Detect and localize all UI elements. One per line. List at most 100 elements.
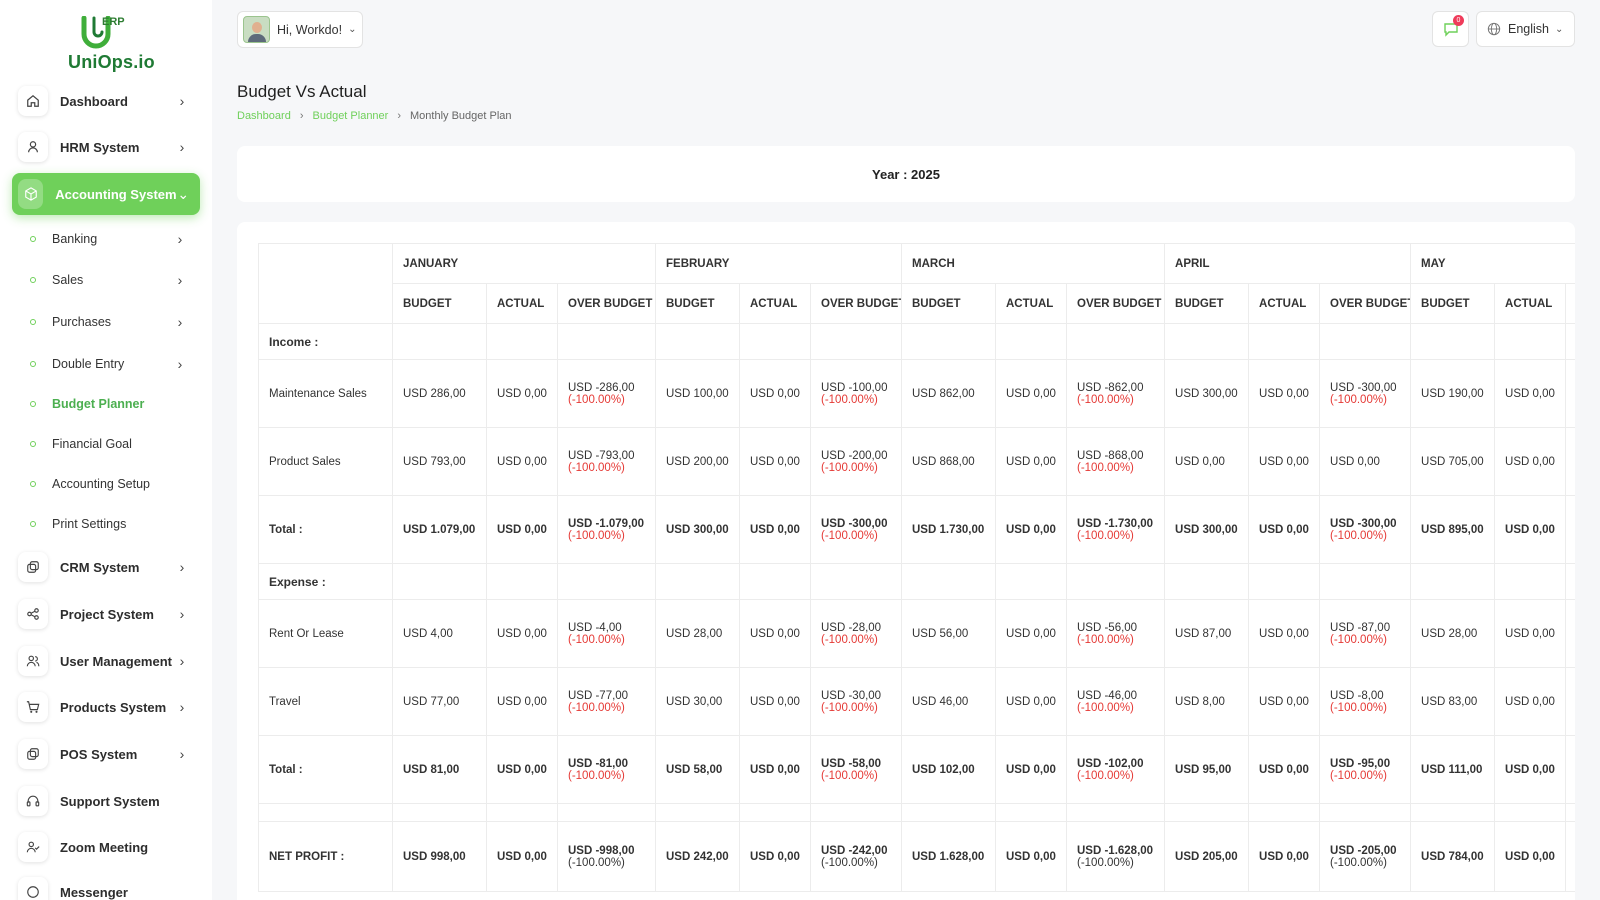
table-cell [1410, 323, 1496, 360]
over-budget-value: USD -286,00 [568, 381, 635, 394]
actual-cell: USD 0,00 [1494, 495, 1567, 564]
actual-cell: USD 0,00 [739, 495, 811, 564]
over-budget-cell: USD -286,00 (-100.00%) [557, 359, 656, 428]
row-label: Rent Or Lease [258, 599, 393, 668]
budget-cell: USD 200,00 [655, 427, 740, 496]
over-budget-cell: USD -793,00 (-100.00%) [557, 427, 656, 496]
sidebar-subitem-budget-planner[interactable]: Budget Planner [30, 392, 200, 416]
table-cell [995, 803, 1067, 822]
budget-cell: USD 1.628,00 [901, 821, 996, 892]
sidebar-item-pos-system[interactable]: POS System › [12, 733, 200, 775]
over-budget-percent: (-100.00%) [568, 856, 625, 869]
chevron-right-icon: › [299, 110, 304, 122]
column-header: BUDGET [655, 283, 740, 324]
over-budget-value: USD -77,00 [568, 689, 629, 702]
sidebar-item-crm-system[interactable]: CRM System › [12, 546, 200, 588]
table-cell [655, 803, 740, 822]
column-header: ACTUAL [1248, 283, 1321, 324]
table-cell [1065, 803, 1166, 822]
sidebar-item-support-system[interactable]: Support System [12, 780, 200, 822]
over-budget-cell: USD -56,00 (-100.00%) [1065, 599, 1166, 668]
budget-cell: USD 300,00 [1164, 495, 1250, 564]
over-budget-value: USD -793,00 [568, 449, 635, 462]
actual-cell: USD 0,00 [739, 427, 811, 496]
table-cell [739, 323, 811, 360]
over-budget-percent: (-100.00%) [1330, 529, 1387, 542]
budget-cell: USD 784,00 [1410, 821, 1496, 892]
over-budget-cell: USD -46,00 (-100.00%) [1065, 667, 1166, 736]
user-menu-button[interactable]: Hi, Workdo! ⌄ [237, 11, 363, 48]
table-cell [1565, 803, 1575, 822]
sidebar-item-dashboard[interactable]: Dashboard › [12, 80, 200, 122]
budget-cell: USD 793,00 [392, 427, 487, 496]
bullet-icon [30, 236, 36, 242]
globe-icon [1487, 22, 1501, 36]
over-budget-percent: (-100.00%) [821, 701, 878, 714]
table-cell [655, 563, 740, 600]
sidebar-item-user-management[interactable]: User Management › [12, 640, 200, 682]
column-header: OVER BUDGET [1065, 283, 1166, 324]
sidebar-subitem-print-settings[interactable]: Print Settings [30, 512, 200, 536]
sidebar-item-project-system[interactable]: Project System › [12, 593, 200, 635]
sidebar-subitem-purchases[interactable]: Purchases › [30, 310, 200, 334]
over-budget-percent: (-100.00%) [821, 529, 878, 542]
budget-cell: USD 102,00 [901, 735, 996, 804]
page-title: Budget Vs Actual [237, 82, 367, 101]
over-budget-value: USD -1.079,00 [568, 517, 645, 530]
budget-cell: USD 300,00 [655, 495, 740, 564]
over-budget-value: USD -4,00 [568, 621, 622, 634]
table-cell [901, 323, 996, 360]
table-row: Rent Or Lease USD 4,00 USD 0,00 USD -4,00 (-… [258, 599, 1575, 668]
table-row: NET PROFIT : USD 998,00 USD 0,00 USD -998,0… [258, 821, 1575, 892]
breadcrumb-budget-planner[interactable]: Budget Planner [313, 110, 389, 122]
actual-cell: USD 0,00 [995, 427, 1067, 496]
brand-logo[interactable]: ERP UniOps.io [68, 14, 158, 72]
over-budget-value: USD -28,00 [821, 621, 882, 634]
breadcrumb-dashboard[interactable]: Dashboard [237, 110, 291, 122]
sidebar-subitem-sales[interactable]: Sales › [30, 268, 200, 292]
sidebar-item-products-system[interactable]: Products System › [12, 686, 200, 728]
table-cell [1494, 563, 1567, 600]
budget-cell: USD 242,00 [655, 821, 740, 892]
actual-cell: USD 0,00 [1494, 821, 1567, 892]
budget-cell: USD 77,00 [392, 667, 487, 736]
sidebar-item-hrm-system[interactable]: HRM System › [12, 126, 200, 168]
over-budget-percent: (-100.00%) [1077, 769, 1134, 782]
month-header: MARCH [900, 243, 1166, 284]
over-budget-cell: U( [1565, 599, 1575, 668]
language-selector[interactable]: English ⌄ [1476, 11, 1575, 47]
sidebar-item-messenger[interactable]: Messenger [12, 871, 200, 900]
sidebar-item-label: Products System [60, 699, 167, 715]
actual-cell: USD 0,00 [1494, 427, 1567, 496]
column-header: BUDGET [1410, 283, 1496, 324]
actual-cell: USD 0,00 [739, 667, 811, 736]
budget-cell: USD 28,00 [655, 599, 740, 668]
actual-cell: USD 0,00 [1494, 599, 1567, 668]
sidebar-subitem-financial-goal[interactable]: Financial Goal [30, 432, 200, 456]
home-icon [18, 86, 48, 116]
budget-cell: USD 286,00 [392, 359, 487, 428]
over-budget-value: USD -56,00 [1077, 621, 1138, 634]
chevron-right-icon: › [179, 653, 185, 669]
bullet-icon [30, 361, 36, 367]
over-budget-percent: (-100.00%) [1077, 633, 1134, 646]
table-cell [995, 323, 1067, 360]
over-budget-percent: (-100.00%) [821, 856, 878, 869]
sidebar-subitem-accounting-setup[interactable]: Accounting Setup [30, 472, 200, 496]
sidebar-item-accounting-system[interactable]: Accounting System ⌄ [12, 173, 200, 215]
section-row: Income : [258, 323, 1575, 360]
over-budget-cell: USD -81,00 (-100.00%) [557, 735, 656, 804]
bullet-icon [30, 319, 36, 325]
notifications-button[interactable]: 0 [1432, 11, 1469, 47]
sidebar-subitem-banking[interactable]: Banking › [30, 227, 200, 251]
over-budget-value: USD -862,00 [1077, 381, 1144, 394]
sidebar-subitem-double-entry[interactable]: Double Entry › [30, 352, 200, 376]
message-icon [18, 877, 48, 900]
column-header: BUDGET [392, 283, 487, 324]
table-cell [1494, 323, 1567, 360]
over-budget-cell: USD 0,00 [1319, 427, 1412, 496]
sidebar-item-zoom-meeting[interactable]: Zoom Meeting [12, 826, 200, 868]
actual-cell: USD 0,00 [995, 495, 1067, 564]
over-budget-cell: USD -1.628,00 (-100.00%) [1065, 821, 1166, 892]
actual-cell: USD 0,00 [486, 359, 558, 428]
